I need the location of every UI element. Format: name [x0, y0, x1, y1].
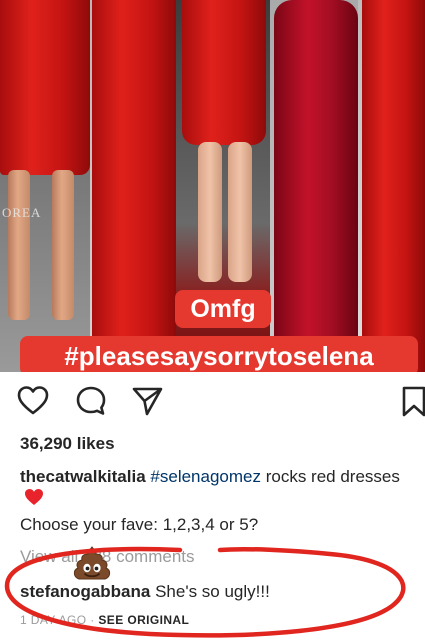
caption-line-2: Choose your fave: 1,2,3,4 or 5? [20, 515, 259, 534]
caption-hashtag[interactable]: #selenagomez [150, 467, 261, 486]
photo-panel-1: OREA [0, 0, 90, 372]
photo-panel-5 [358, 0, 425, 372]
red-heart-emoji-icon [24, 488, 44, 506]
see-original-link[interactable]: SEE ORIGINAL [98, 613, 189, 627]
bookmark-icon[interactable] [400, 384, 425, 418]
meta-separator: · [86, 613, 99, 627]
comment: stefanogabbana She's so ugly!!! [20, 581, 270, 603]
share-icon[interactable] [130, 384, 164, 418]
sticker-hashtag: #pleasesaysorrytoselena [20, 336, 418, 372]
heart-icon[interactable] [16, 384, 50, 418]
background-logo: OREA [2, 205, 42, 220]
post-photo[interactable]: OREA Omfg #pleasesaysorrytoselena [0, 0, 425, 372]
sticker-omfg: Omfg [175, 290, 271, 328]
post-caption: thecatwalkitalia #selenagomez rocks red … [20, 466, 410, 510]
caption-text: rocks red dresses [260, 467, 400, 486]
comment-username[interactable]: stefanogabbana [20, 582, 150, 601]
comment-text: She's so ugly!!! [150, 582, 270, 601]
comment-meta: 1 DAY AGO · SEE ORIGINAL [20, 612, 189, 628]
photo-panel-2 [90, 0, 176, 372]
comment-icon[interactable] [74, 384, 108, 418]
comment-timestamp: 1 DAY AGO [20, 613, 87, 627]
photo-panel-4 [270, 0, 358, 372]
likes-count[interactable]: 36,290 likes [20, 433, 115, 455]
post-action-bar [0, 384, 425, 418]
pile-of-poo-emoji-icon [72, 544, 112, 584]
caption-username[interactable]: thecatwalkitalia [20, 467, 146, 486]
